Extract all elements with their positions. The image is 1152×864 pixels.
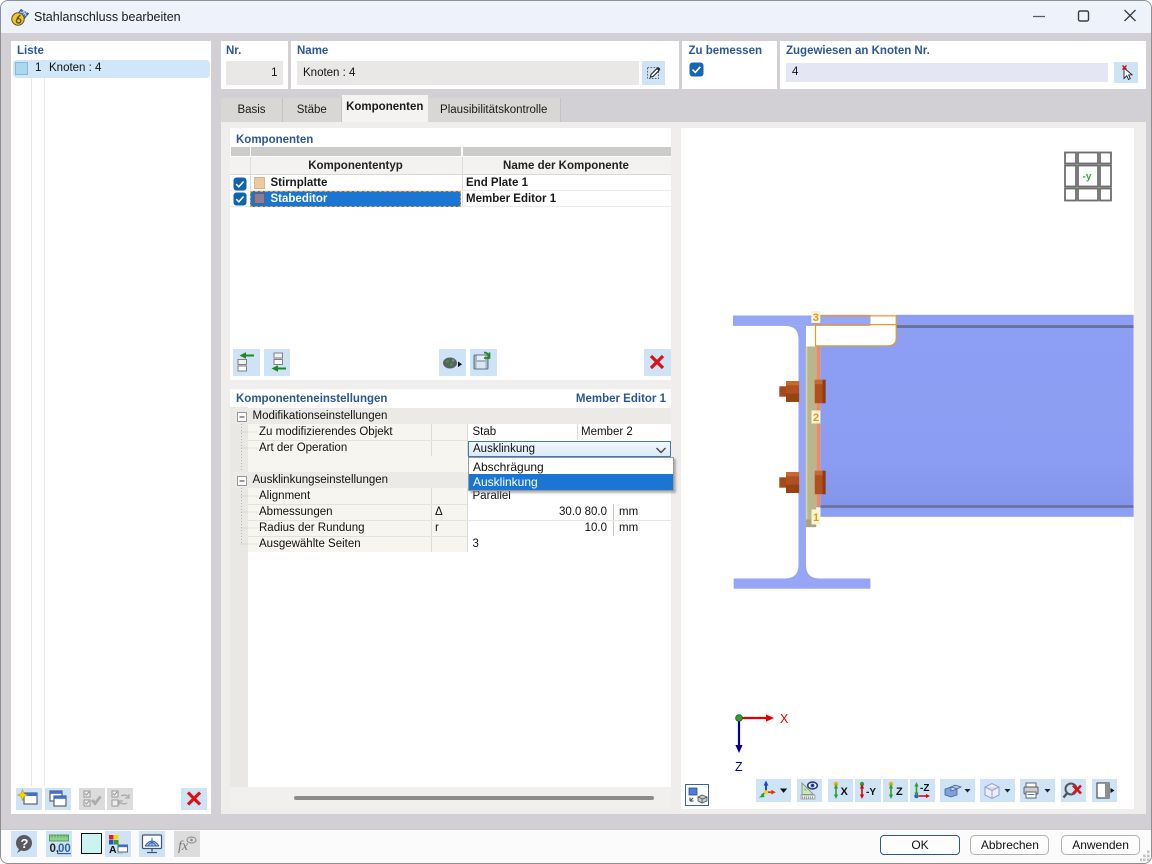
svg-text:Z: Z <box>896 786 903 798</box>
svg-text:00: 00 <box>58 843 71 855</box>
svg-text:3: 3 <box>813 312 819 324</box>
svg-text:-Y: -Y <box>866 787 876 798</box>
svg-text:A: A <box>109 844 117 856</box>
svg-text:X: X <box>840 786 848 798</box>
svg-text:?: ? <box>20 836 28 851</box>
svg-text:-Z: -Z <box>920 783 929 794</box>
svg-text:2: 2 <box>813 412 819 424</box>
svg-text:X: X <box>780 712 789 726</box>
svg-text:Z: Z <box>735 760 743 774</box>
svg-text:1: 1 <box>813 512 819 524</box>
svg-text:-y: -y <box>1083 171 1092 182</box>
